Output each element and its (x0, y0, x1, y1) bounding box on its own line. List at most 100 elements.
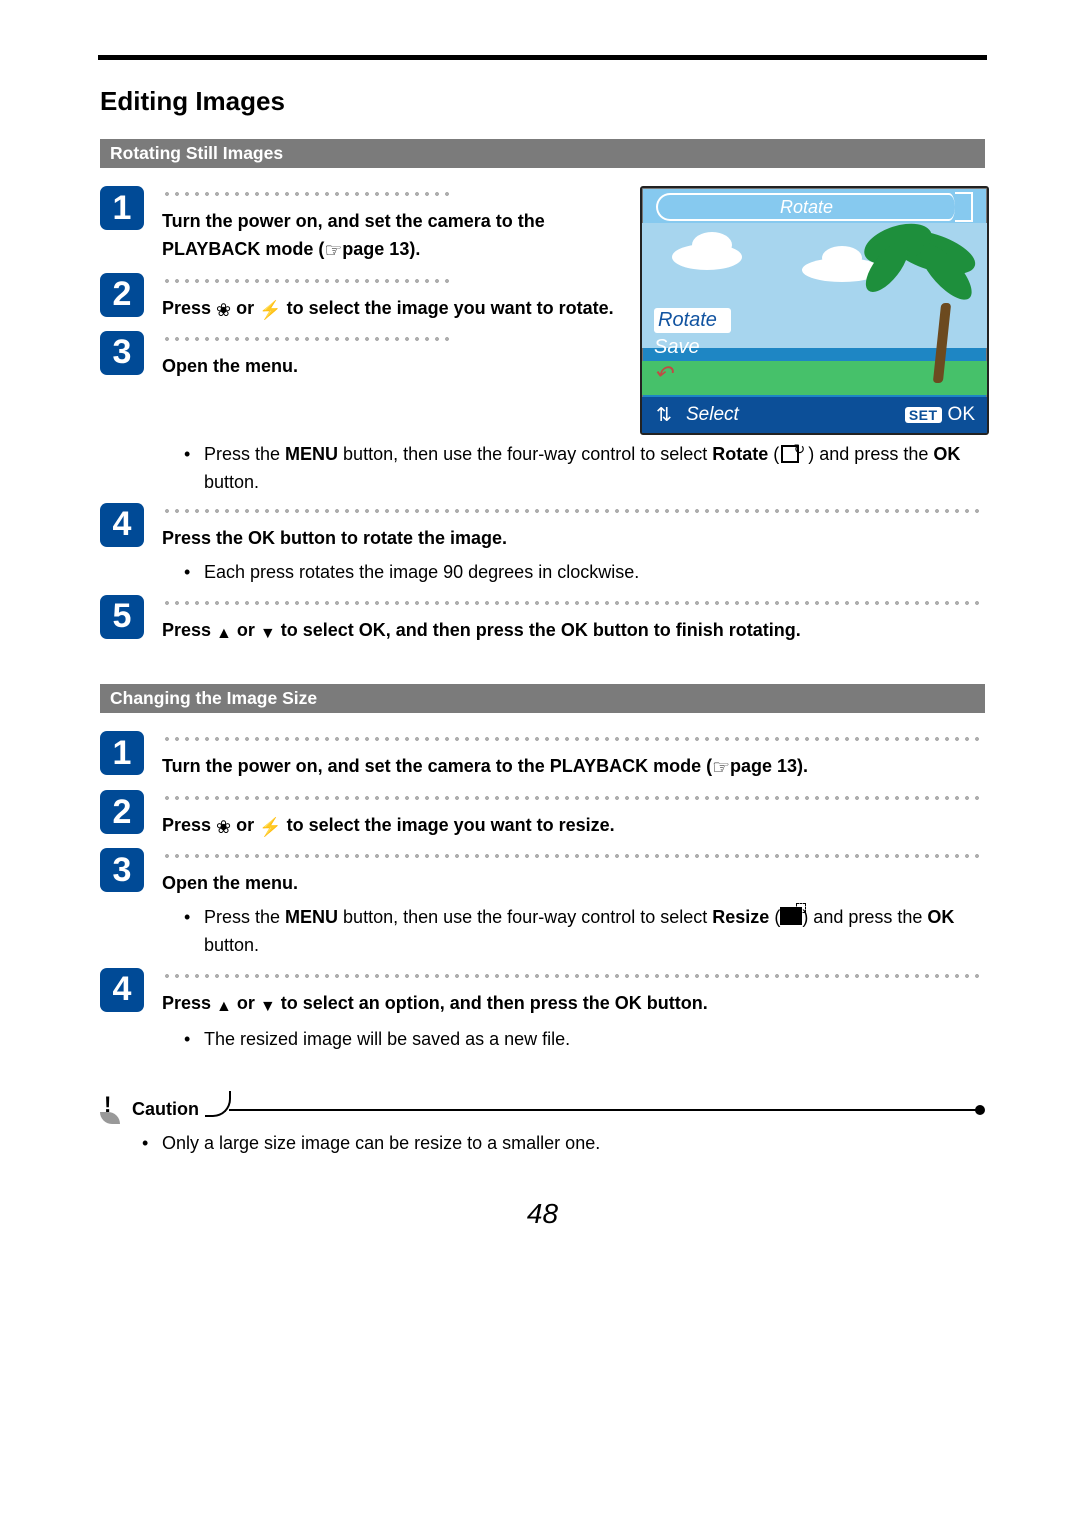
step-number-box: 5 (100, 595, 144, 639)
dotted-divider (162, 792, 985, 804)
step2-text-a: Press (162, 298, 216, 318)
list-item: Press the MENU button, then use the four… (204, 441, 985, 497)
txt: Rotate (712, 444, 768, 464)
txt: to select the image you want to resize. (282, 815, 615, 835)
lcd-footer: ⇅ Select SET OK (642, 397, 987, 433)
list-item: Each press rotates the image 90 degrees … (204, 559, 985, 587)
up-triangle-icon: ▲ (216, 995, 232, 1020)
txt: page 13). (730, 756, 808, 776)
txt: Press (162, 815, 216, 835)
txt: or (232, 620, 260, 640)
resize-step-1: 1 Turn the power on, and set the camera … (100, 731, 985, 784)
step-number-box: 2 (100, 273, 144, 317)
list-item: Only a large size image can be resize to… (162, 1130, 985, 1158)
top-rule (98, 55, 987, 60)
txt: to select OK, and then press the OK butt… (276, 620, 801, 640)
dotted-divider (162, 188, 452, 200)
rotate-step-5: 5 Press ▲ or ▼ to select OK, and then pr… (100, 595, 985, 647)
rotate-step-2: 2 Press ❀ or ⚡ to select the image you w… (100, 273, 622, 325)
resize-step-3: 3 Open the menu. Press the MENU button, … (100, 848, 985, 962)
rotate-step-4: 4 Press the OK button to rotate the imag… (100, 503, 985, 589)
section-header-rotating: Rotating Still Images (100, 139, 985, 168)
txt: Resize (712, 907, 769, 927)
list-item: The resized image will be saved as a new… (204, 1026, 985, 1054)
lcd-title: Rotate (656, 193, 955, 221)
resize-step-3-bullets: Press the MENU button, then use the four… (204, 904, 985, 960)
dotted-divider (162, 850, 985, 862)
step3-lead: Open the menu. (162, 353, 622, 381)
up-triangle-icon: ▲ (216, 622, 232, 647)
caution-label: Caution (132, 1099, 199, 1120)
resize-step-2: 2 Press ❀ or ⚡ to select the image you w… (100, 790, 985, 842)
manual-page: Editing Images Rotating Still Images 1 T… (0, 0, 1080, 1270)
txt: OK (927, 907, 954, 927)
step-number-box: 1 (100, 731, 144, 775)
txt: button. (204, 935, 259, 955)
txt: or (231, 815, 259, 835)
page-title: Editing Images (100, 86, 985, 117)
down-triangle-icon: ▼ (260, 622, 276, 647)
step1-text-b: page 13). (342, 239, 420, 259)
step-number-box: 3 (100, 331, 144, 375)
flash-icon: ⚡ (259, 297, 281, 325)
lcd-menu-rotate: Rotate (654, 308, 731, 333)
txt: ( (768, 444, 779, 464)
section-header-resize: Changing the Image Size (100, 684, 985, 713)
txt: Press (162, 993, 216, 1013)
txt: button, then use the four-way control to… (338, 907, 712, 927)
rotate-step-3-bullets: Press the MENU button, then use the four… (204, 441, 985, 497)
txt: ) and press the (802, 907, 927, 927)
resize-step-4: 4 Press ▲ or ▼ to select an option, and … (100, 968, 985, 1056)
list-item: Press the MENU button, then use the four… (204, 904, 985, 960)
resize-icon (780, 907, 802, 925)
resize-step3-lead: Open the menu. (162, 870, 985, 898)
txt: ( (769, 907, 780, 927)
txt: Press the (204, 444, 285, 464)
rotate-icon: ↻ (779, 443, 803, 463)
caution-icon: ! (100, 1096, 124, 1124)
dotted-divider (162, 597, 985, 609)
txt: Turn the power on, and set the camera to… (162, 756, 712, 776)
undo-icon: ↶ (654, 360, 731, 388)
macro-icon: ❀ (216, 297, 231, 325)
caution-curve (205, 1091, 231, 1117)
step-number-box: 2 (100, 790, 144, 834)
dotted-divider (162, 970, 985, 982)
txt: OK (933, 444, 960, 464)
txt: button, then use the four-way control to… (338, 444, 712, 464)
txt: MENU (285, 907, 338, 927)
page-number: 48 (100, 1198, 985, 1230)
dotted-divider (162, 733, 985, 745)
step-number-box: 4 (100, 503, 144, 547)
txt: MENU (285, 444, 338, 464)
txt: to select an option, and then press the … (276, 993, 708, 1013)
dotted-divider (162, 505, 985, 517)
step2-text-c: to select the image you want to rotate. (282, 298, 614, 318)
caution-line (229, 1109, 977, 1111)
rotate-two-column: 1 Turn the power on, and set the camera … (100, 186, 985, 435)
flash-icon: ⚡ (259, 814, 281, 842)
resize-step-4-bullets: The resized image will be saved as a new… (204, 1026, 985, 1054)
step-number-box: 4 (100, 968, 144, 1012)
macro-icon: ❀ (216, 814, 231, 842)
step-number-box: 3 (100, 848, 144, 892)
lcd-footer-ok: OK (948, 404, 975, 426)
lcd-header: Rotate (652, 194, 977, 220)
hand-icon: ☞ (324, 236, 342, 267)
rotate-step-1: 1 Turn the power on, and set the camera … (100, 186, 622, 267)
txt: or (232, 993, 260, 1013)
step2-text-b: or (231, 298, 259, 318)
rotate-step-4-bullets: Each press rotates the image 90 degrees … (204, 559, 985, 587)
lcd-footer-set: SET (905, 407, 942, 423)
lcd-menu-save: Save (654, 335, 731, 360)
caution-bullets: Only a large size image can be resize to… (162, 1130, 985, 1158)
txt: ) and press the (803, 444, 933, 464)
lcd-mockup: Rotate Rotate Save ↶ ⇅ Select SET OK (640, 186, 985, 435)
caution-dot (975, 1105, 985, 1115)
updown-icon: ⇅ (642, 404, 686, 427)
step-number-box: 1 (100, 186, 144, 230)
caution-header: ! Caution (100, 1096, 985, 1124)
dotted-divider (162, 275, 452, 287)
down-triangle-icon: ▼ (260, 995, 276, 1020)
hand-icon: ☞ (712, 753, 730, 784)
